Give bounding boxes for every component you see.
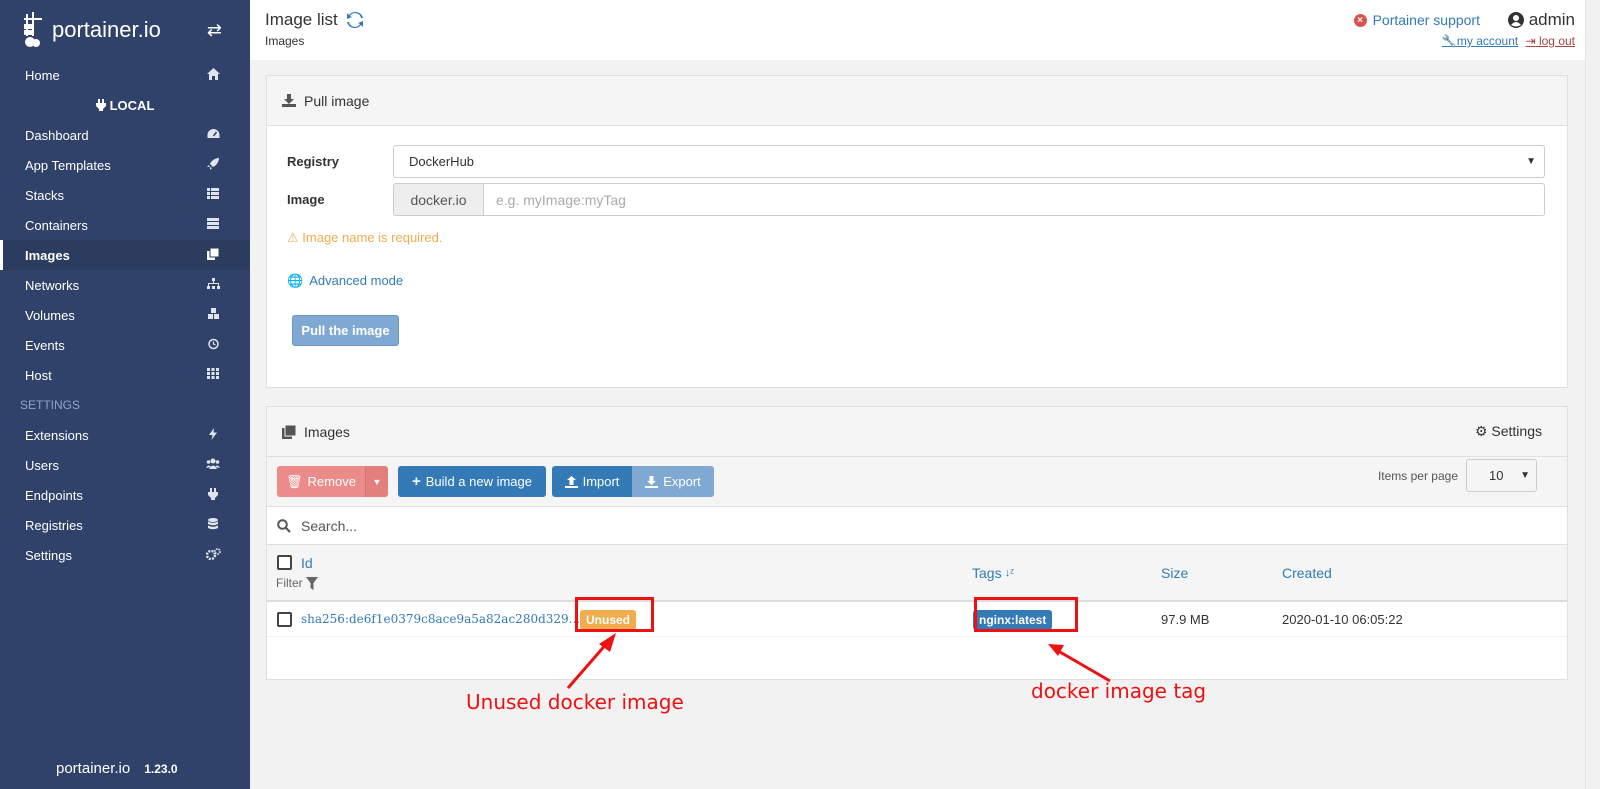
annotation-arrows: [566, 633, 1111, 689]
arrow-tag-line: [1059, 650, 1111, 683]
annotation-tag-text: docker image tag: [1031, 679, 1207, 703]
annotation-unused-text: Unused docker image: [466, 690, 684, 714]
page-scrollbar[interactable]: [1585, 0, 1600, 789]
arrow-unused-line: [566, 641, 610, 689]
